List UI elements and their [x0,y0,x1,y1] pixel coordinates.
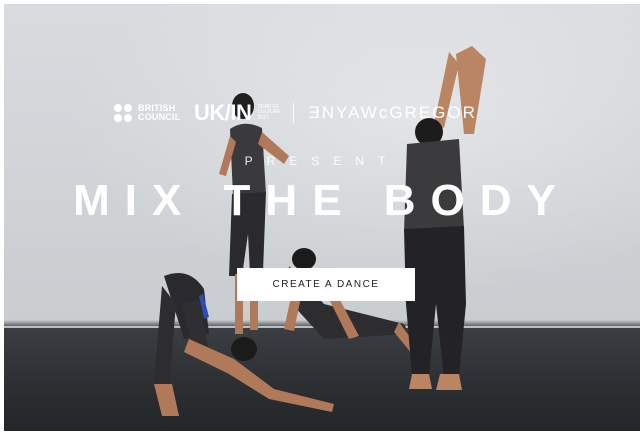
dancer-crouching-center [284,248,419,354]
partner-logos: BRITISH COUNCIL UK/IN YEAR OF CULTURE 20… [114,98,544,128]
present-subtitle: PRESENT [244,154,400,168]
british-council-logo: BRITISH COUNCIL [138,103,181,122]
hero-title: MIX THE BODY [73,176,571,225]
uk-in-logo: UK/IN [194,100,252,125]
wayne-mcgregor-logo: ƎNYAWcGREGOR [308,103,477,122]
british-council-logo-icon [114,104,132,122]
hero-video-frame: BRITISH COUNCIL UK/IN YEAR OF CULTURE 20… [4,4,640,431]
year-of-culture-label: YEAR OF CULTURE 2017 [257,103,281,121]
create-a-dance-button[interactable]: CREATE A DANCE [237,268,415,301]
logo-divider [293,103,295,123]
